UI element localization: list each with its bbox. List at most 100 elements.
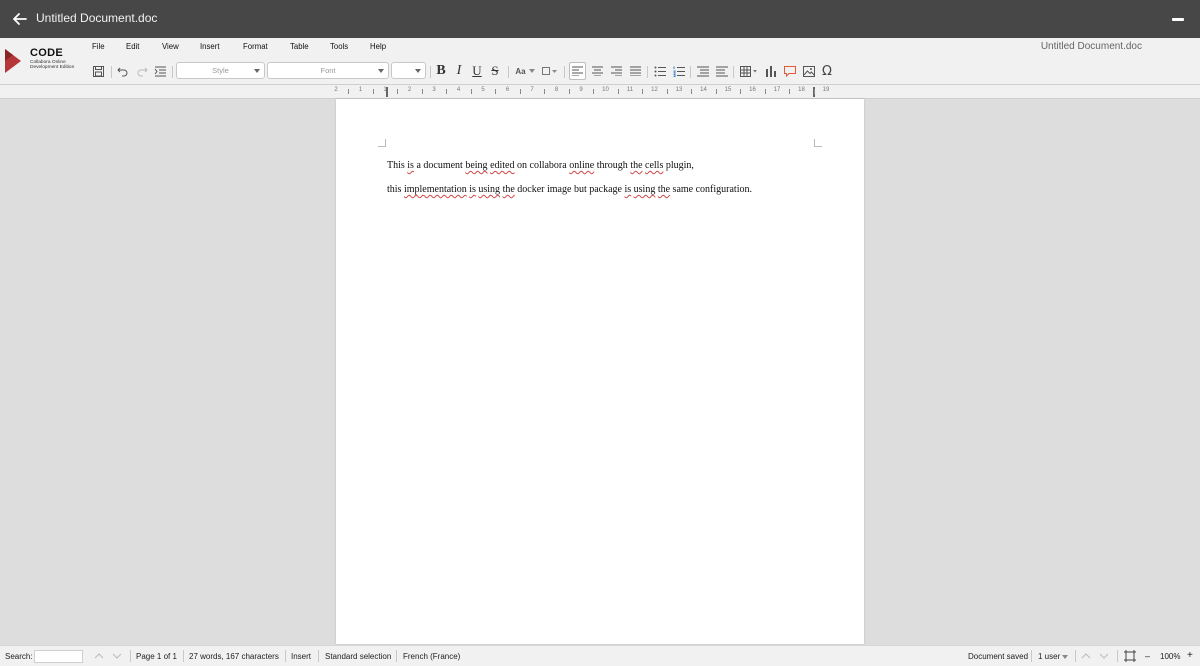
menu-file[interactable]: File	[92, 42, 105, 51]
justify-button[interactable]	[627, 63, 643, 79]
app-header: CODE Collabora Online Development Editio…	[0, 38, 1200, 85]
numbered-list-button[interactable]	[671, 63, 687, 79]
chevron-down-icon	[1062, 654, 1069, 659]
menu-table[interactable]: Table	[290, 42, 309, 51]
ruler-number: 2	[407, 87, 412, 93]
separator	[564, 66, 565, 78]
chevron-down-icon[interactable]	[112, 651, 122, 661]
save-status: Document saved	[968, 652, 1029, 661]
search-input[interactable]	[34, 650, 83, 663]
comment-icon	[784, 65, 796, 77]
chevron-up-icon[interactable]	[1081, 651, 1091, 661]
document-paragraph[interactable]: This is a document being edited on colla…	[387, 160, 694, 171]
chevron-up-icon[interactable]	[94, 651, 104, 661]
ruler-number: 19	[822, 87, 830, 93]
underline-button[interactable]: U	[470, 63, 484, 79]
logo-subtitle-line2: Development Edition	[30, 65, 75, 71]
decrease-spacing-button[interactable]	[714, 63, 730, 79]
image-icon	[803, 65, 815, 77]
separator	[733, 66, 734, 78]
align-right-icon	[610, 66, 622, 76]
special-character-button[interactable]: Ω	[819, 63, 835, 79]
ruler-tick	[813, 89, 815, 94]
change-case-label: Aa	[515, 66, 526, 76]
font-placeholder: Font	[320, 66, 336, 75]
menu-tools[interactable]: Tools	[330, 42, 348, 51]
selection-mode[interactable]: Standard selection	[325, 652, 391, 661]
bullet-list-button[interactable]	[652, 63, 668, 79]
italic-button[interactable]: I	[452, 63, 466, 79]
font-size-dropdown[interactable]	[391, 62, 426, 79]
document-name[interactable]: Untitled Document.doc	[1041, 41, 1142, 52]
strikethrough-button[interactable]: S	[488, 63, 502, 79]
bold-button[interactable]: B	[434, 63, 448, 79]
separator	[172, 66, 173, 78]
table-icon	[740, 65, 757, 77]
ruler-number: 8	[554, 87, 559, 93]
clear-formatting-button[interactable]	[152, 63, 168, 79]
separator	[111, 66, 112, 78]
minimize-button[interactable]	[1172, 18, 1184, 21]
redo-button[interactable]	[134, 63, 150, 79]
ruler-number: 4	[456, 87, 461, 93]
insert-comment-button[interactable]	[782, 63, 798, 79]
separator	[508, 66, 509, 78]
ruler-tick	[715, 89, 717, 94]
user-count[interactable]: 1 user	[1038, 652, 1069, 661]
insert-image-button[interactable]	[801, 63, 817, 79]
justify-icon	[629, 66, 641, 76]
zoom-level[interactable]: 100%	[1160, 652, 1180, 661]
chevron-down-icon	[528, 69, 535, 73]
separator	[318, 650, 319, 662]
back-arrow-icon[interactable]	[10, 9, 30, 29]
separator	[183, 650, 184, 662]
logo-name: CODE	[30, 47, 63, 59]
separator	[647, 66, 648, 78]
save-button[interactable]	[90, 63, 106, 79]
numbered-list-icon	[673, 66, 685, 77]
insert-mode[interactable]: Insert	[291, 652, 311, 661]
style-dropdown[interactable]: Style	[176, 62, 265, 79]
character-highlight-button[interactable]	[540, 63, 560, 79]
menu-help[interactable]: Help	[370, 42, 386, 51]
undo-button[interactable]	[115, 63, 131, 79]
ruler-number: 11	[626, 87, 634, 93]
ruler-tick	[544, 89, 546, 94]
document-paragraph[interactable]: this implementation is using the docker …	[387, 184, 752, 195]
zoom-out-button[interactable]: –	[1145, 651, 1150, 661]
language-status[interactable]: French (France)	[403, 652, 460, 661]
insert-chart-button[interactable]	[763, 63, 779, 79]
font-dropdown[interactable]: Font	[267, 62, 389, 79]
ruler-number: 15	[724, 87, 732, 93]
ruler-tick	[397, 89, 399, 94]
chevron-down-icon[interactable]	[1099, 651, 1109, 661]
menu-insert[interactable]: Insert	[200, 42, 220, 51]
increase-spacing-button[interactable]	[695, 63, 711, 79]
change-case-button[interactable]: Aa	[514, 63, 536, 79]
ruler-number: 7	[530, 87, 534, 93]
page-count: Page 1 of 1	[136, 652, 177, 661]
zoom-in-button[interactable]: +	[1187, 650, 1193, 661]
horizontal-ruler[interactable]: 2 1 1 2 3 4 5 6 7 8 9 10 11 12 13 14 15 16 17 18 19	[334, 87, 864, 97]
menu-format[interactable]: Format	[243, 42, 268, 51]
align-center-button[interactable]	[589, 63, 605, 79]
menu-view[interactable]: View	[162, 42, 179, 51]
paragraph-list-icon	[154, 66, 166, 77]
document-page[interactable]: This is a document being edited on colla…	[336, 99, 864, 644]
ruler-number: 5	[481, 87, 485, 93]
redo-icon	[137, 67, 148, 77]
paragraph-spacing-icon	[716, 66, 728, 76]
ruler-tick	[495, 89, 497, 94]
separator	[430, 66, 431, 78]
align-center-icon	[591, 66, 603, 76]
fit-page-icon[interactable]	[1124, 650, 1136, 662]
align-left-button[interactable]	[569, 62, 586, 80]
style-placeholder: Style	[212, 66, 229, 75]
menu-edit[interactable]: Edit	[126, 42, 139, 51]
chevron-down-icon	[254, 69, 260, 73]
ruler-number: 18	[798, 87, 805, 93]
insert-table-button[interactable]	[738, 63, 760, 79]
logo-mark-icon	[5, 49, 21, 73]
align-right-button[interactable]	[608, 63, 624, 79]
ruler-tick	[642, 89, 644, 94]
